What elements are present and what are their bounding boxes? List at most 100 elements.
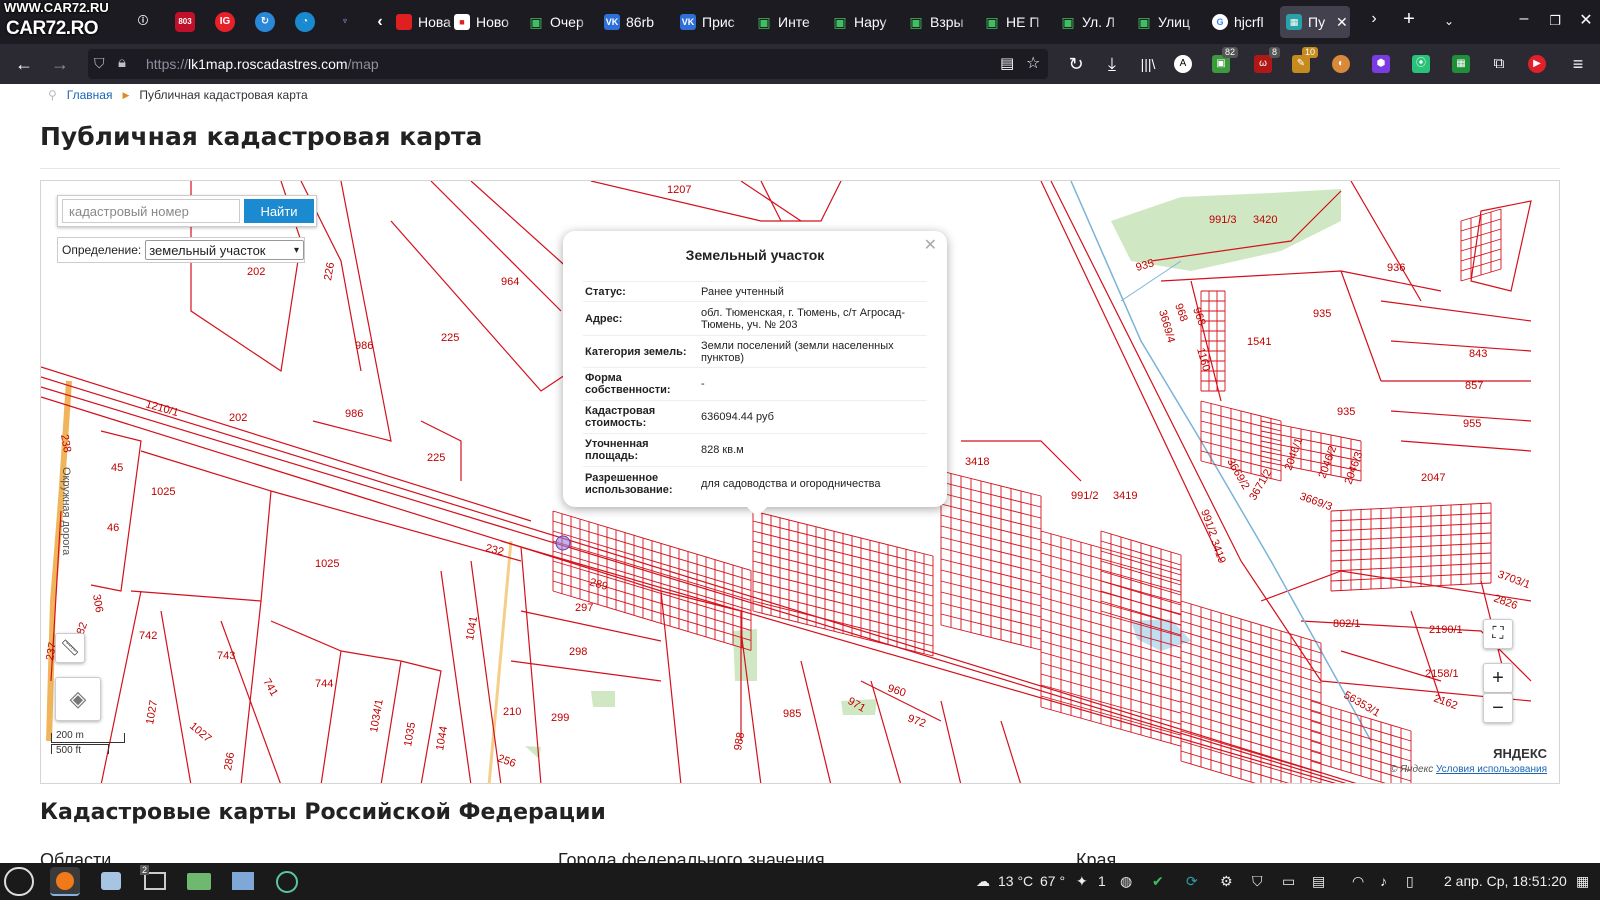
monitor-icon: ▣: [1061, 14, 1075, 30]
table-row: Форма собственности: -: [583, 367, 927, 400]
url-path: /map: [347, 56, 379, 72]
back-icon[interactable]: ←: [12, 52, 36, 76]
orange-extension-icon[interactable]: ◐: [1332, 55, 1350, 73]
zoom-out-button[interactable]: −: [1483, 693, 1513, 723]
list-tabs-icon[interactable]: ⌄: [1437, 14, 1461, 28]
tab-5[interactable]: VK Прис: [674, 6, 748, 38]
cadastral-number-input[interactable]: [62, 199, 240, 223]
reload-icon[interactable]: ↻: [1064, 52, 1088, 76]
green-extension-icon[interactable]: ▣ 82: [1212, 47, 1238, 73]
terminal-icon[interactable]: 2: [140, 865, 170, 896]
attribute-key: Кадастровая стоимость:: [585, 405, 656, 429]
parcel-label: 56353/1: [1342, 689, 1382, 719]
reader-view-icon[interactable]: ▤: [1000, 54, 1014, 72]
wifi-icon[interactable]: ◠: [1352, 873, 1364, 890]
update-manager-icon[interactable]: ◍: [1120, 873, 1132, 890]
battery-icon[interactable]: ▯: [1406, 873, 1414, 890]
find-button[interactable]: Найти: [244, 199, 314, 223]
files-icon[interactable]: [184, 867, 214, 896]
tab-3[interactable]: ▣ Очер: [522, 6, 596, 38]
tab-7[interactable]: ▣ Нару: [826, 6, 900, 38]
tab-bar: WWW.CAR72.RU CAR72.RO ⓘ 803 IG ↻ ◔ ♆ ‹ Н…: [0, 0, 1600, 44]
tabs-scroll-left-icon[interactable]: ‹: [370, 12, 390, 32]
clock-datetime[interactable]: 2 апр. Ср, 18:51:20: [1444, 873, 1567, 889]
parcel-label: 1210/1: [144, 398, 180, 419]
extensions-puzzle-icon[interactable]: ⧉: [1490, 55, 1508, 73]
counter-app-icon[interactable]: 803: [175, 12, 195, 32]
lock-icon[interactable]: 🔒︎: [118, 54, 126, 71]
xapp-icon[interactable]: [272, 867, 302, 896]
red-extension-icon[interactable]: ω8: [1254, 47, 1280, 73]
amber-extension-icon[interactable]: ✎ 10: [1292, 47, 1318, 73]
image-viewer-icon[interactable]: [96, 867, 126, 896]
parcel-label: 988: [732, 731, 747, 751]
window-manager-icon[interactable]: [228, 867, 258, 896]
close-tab-icon[interactable]: ✕: [1336, 14, 1348, 31]
menu-hamburger-icon[interactable]: ≡: [1566, 52, 1590, 76]
close-window-icon[interactable]: ✕: [1574, 10, 1598, 30]
info-icon[interactable]: ⓘ: [133, 12, 153, 32]
parcel-label: 1027: [144, 699, 160, 725]
parcel-label: 2047: [1421, 472, 1445, 484]
shield-tray-icon[interactable]: ⛉: [1252, 873, 1263, 890]
tab-6[interactable]: ▣ Инте: [750, 6, 824, 38]
show-desktop-icon[interactable]: ▦: [1576, 873, 1589, 890]
blue-app-icon[interactable]: ↻: [255, 12, 275, 32]
divider: [40, 168, 1560, 169]
sound-icon[interactable]: ♪: [1380, 873, 1387, 889]
tab-8[interactable]: ▣ Взры: [902, 6, 976, 38]
tab-11[interactable]: ▣ Улиц: [1130, 6, 1204, 38]
parcel-label: 955: [1463, 418, 1481, 430]
terms-of-use-link[interactable]: Условия использования: [1436, 764, 1547, 775]
firefox-icon[interactable]: [50, 867, 80, 896]
emblem-icon[interactable]: ♆: [335, 12, 355, 32]
red-circle-app-icon[interactable]: IG: [215, 12, 235, 32]
definition-select[interactable]: земельный участок ▾: [145, 240, 304, 260]
forward-icon[interactable]: →: [48, 52, 72, 76]
video-extension-icon[interactable]: ▶: [1528, 55, 1546, 73]
checkmark-icon[interactable]: ✔: [1152, 873, 1164, 890]
selected-parcel-marker[interactable]: [555, 535, 571, 551]
fullscreen-icon[interactable]: ⛶: [1483, 619, 1513, 649]
parcel-label: 210: [503, 706, 521, 718]
tab-9[interactable]: ▣ НЕ П: [978, 6, 1052, 38]
page-content: ⚲ Главная ▶ Публичная кадастровая карта …: [0, 84, 1600, 863]
minimize-icon[interactable]: –: [1512, 10, 1536, 28]
breadcrumb-home-link[interactable]: Главная: [67, 88, 113, 102]
tab-active-cadastre[interactable]: ▦ Пу ✕: [1280, 6, 1350, 38]
teal-app-icon[interactable]: ◔: [295, 12, 315, 32]
library-icon[interactable]: |||\: [1136, 52, 1160, 76]
keyboard-layout-flag-icon[interactable]: ▤: [1312, 873, 1325, 890]
address-bar[interactable]: ⛉ 🔒︎ https://lk1map.roscadastres.com/map…: [88, 49, 1048, 79]
firefox-logo-icon: [56, 872, 74, 890]
close-icon[interactable]: ✕: [924, 235, 937, 255]
purple-extension-icon[interactable]: ⬢: [1372, 55, 1390, 73]
new-tab-icon[interactable]: +: [1397, 8, 1421, 31]
downloads-icon[interactable]: ⤓: [1100, 52, 1124, 76]
cadastral-map[interactable]: 1207 964 202 226 986 225 202 986 1210/1 …: [40, 180, 1560, 784]
account-icon[interactable]: A: [1174, 55, 1192, 73]
attribute-key: Разрешенное использование:: [585, 471, 673, 496]
copyright-text: © Яндекс: [1390, 764, 1434, 775]
restore-icon[interactable]: ❐: [1543, 13, 1567, 29]
parcel-label: 935: [1337, 406, 1355, 418]
layers-icon[interactable]: ◈: [55, 677, 101, 721]
zoom-in-button[interactable]: +: [1483, 663, 1513, 693]
tab-10[interactable]: ▣ Ул. Л: [1054, 6, 1128, 38]
tab-4[interactable]: VK 86rb: [598, 6, 672, 38]
grid-extension-icon[interactable]: ▦: [1452, 55, 1470, 73]
tabs-scroll-right-icon[interactable]: ›: [1362, 10, 1386, 28]
tab-12[interactable]: G hjcrfl: [1206, 6, 1280, 38]
display-icon[interactable]: ▭: [1282, 873, 1295, 890]
tab-2[interactable]: ■ Ново: [448, 6, 520, 38]
ruler-icon[interactable]: 📏︎: [55, 633, 85, 663]
steam-icon[interactable]: ⚙: [1220, 873, 1233, 890]
shield-icon[interactable]: ⛉: [94, 55, 105, 72]
weather-cloud-icon[interactable]: ☁: [976, 873, 990, 890]
map-pin-extension-icon[interactable]: ⦿: [1412, 55, 1430, 73]
url-text[interactable]: https://lk1map.roscadastres.com/map: [146, 56, 379, 72]
mint-menu-icon[interactable]: [4, 867, 34, 896]
bookmark-star-icon[interactable]: ☆: [1026, 53, 1040, 73]
sync-icon[interactable]: ⟳: [1186, 873, 1198, 890]
notification-icon[interactable]: ✦: [1076, 873, 1088, 890]
